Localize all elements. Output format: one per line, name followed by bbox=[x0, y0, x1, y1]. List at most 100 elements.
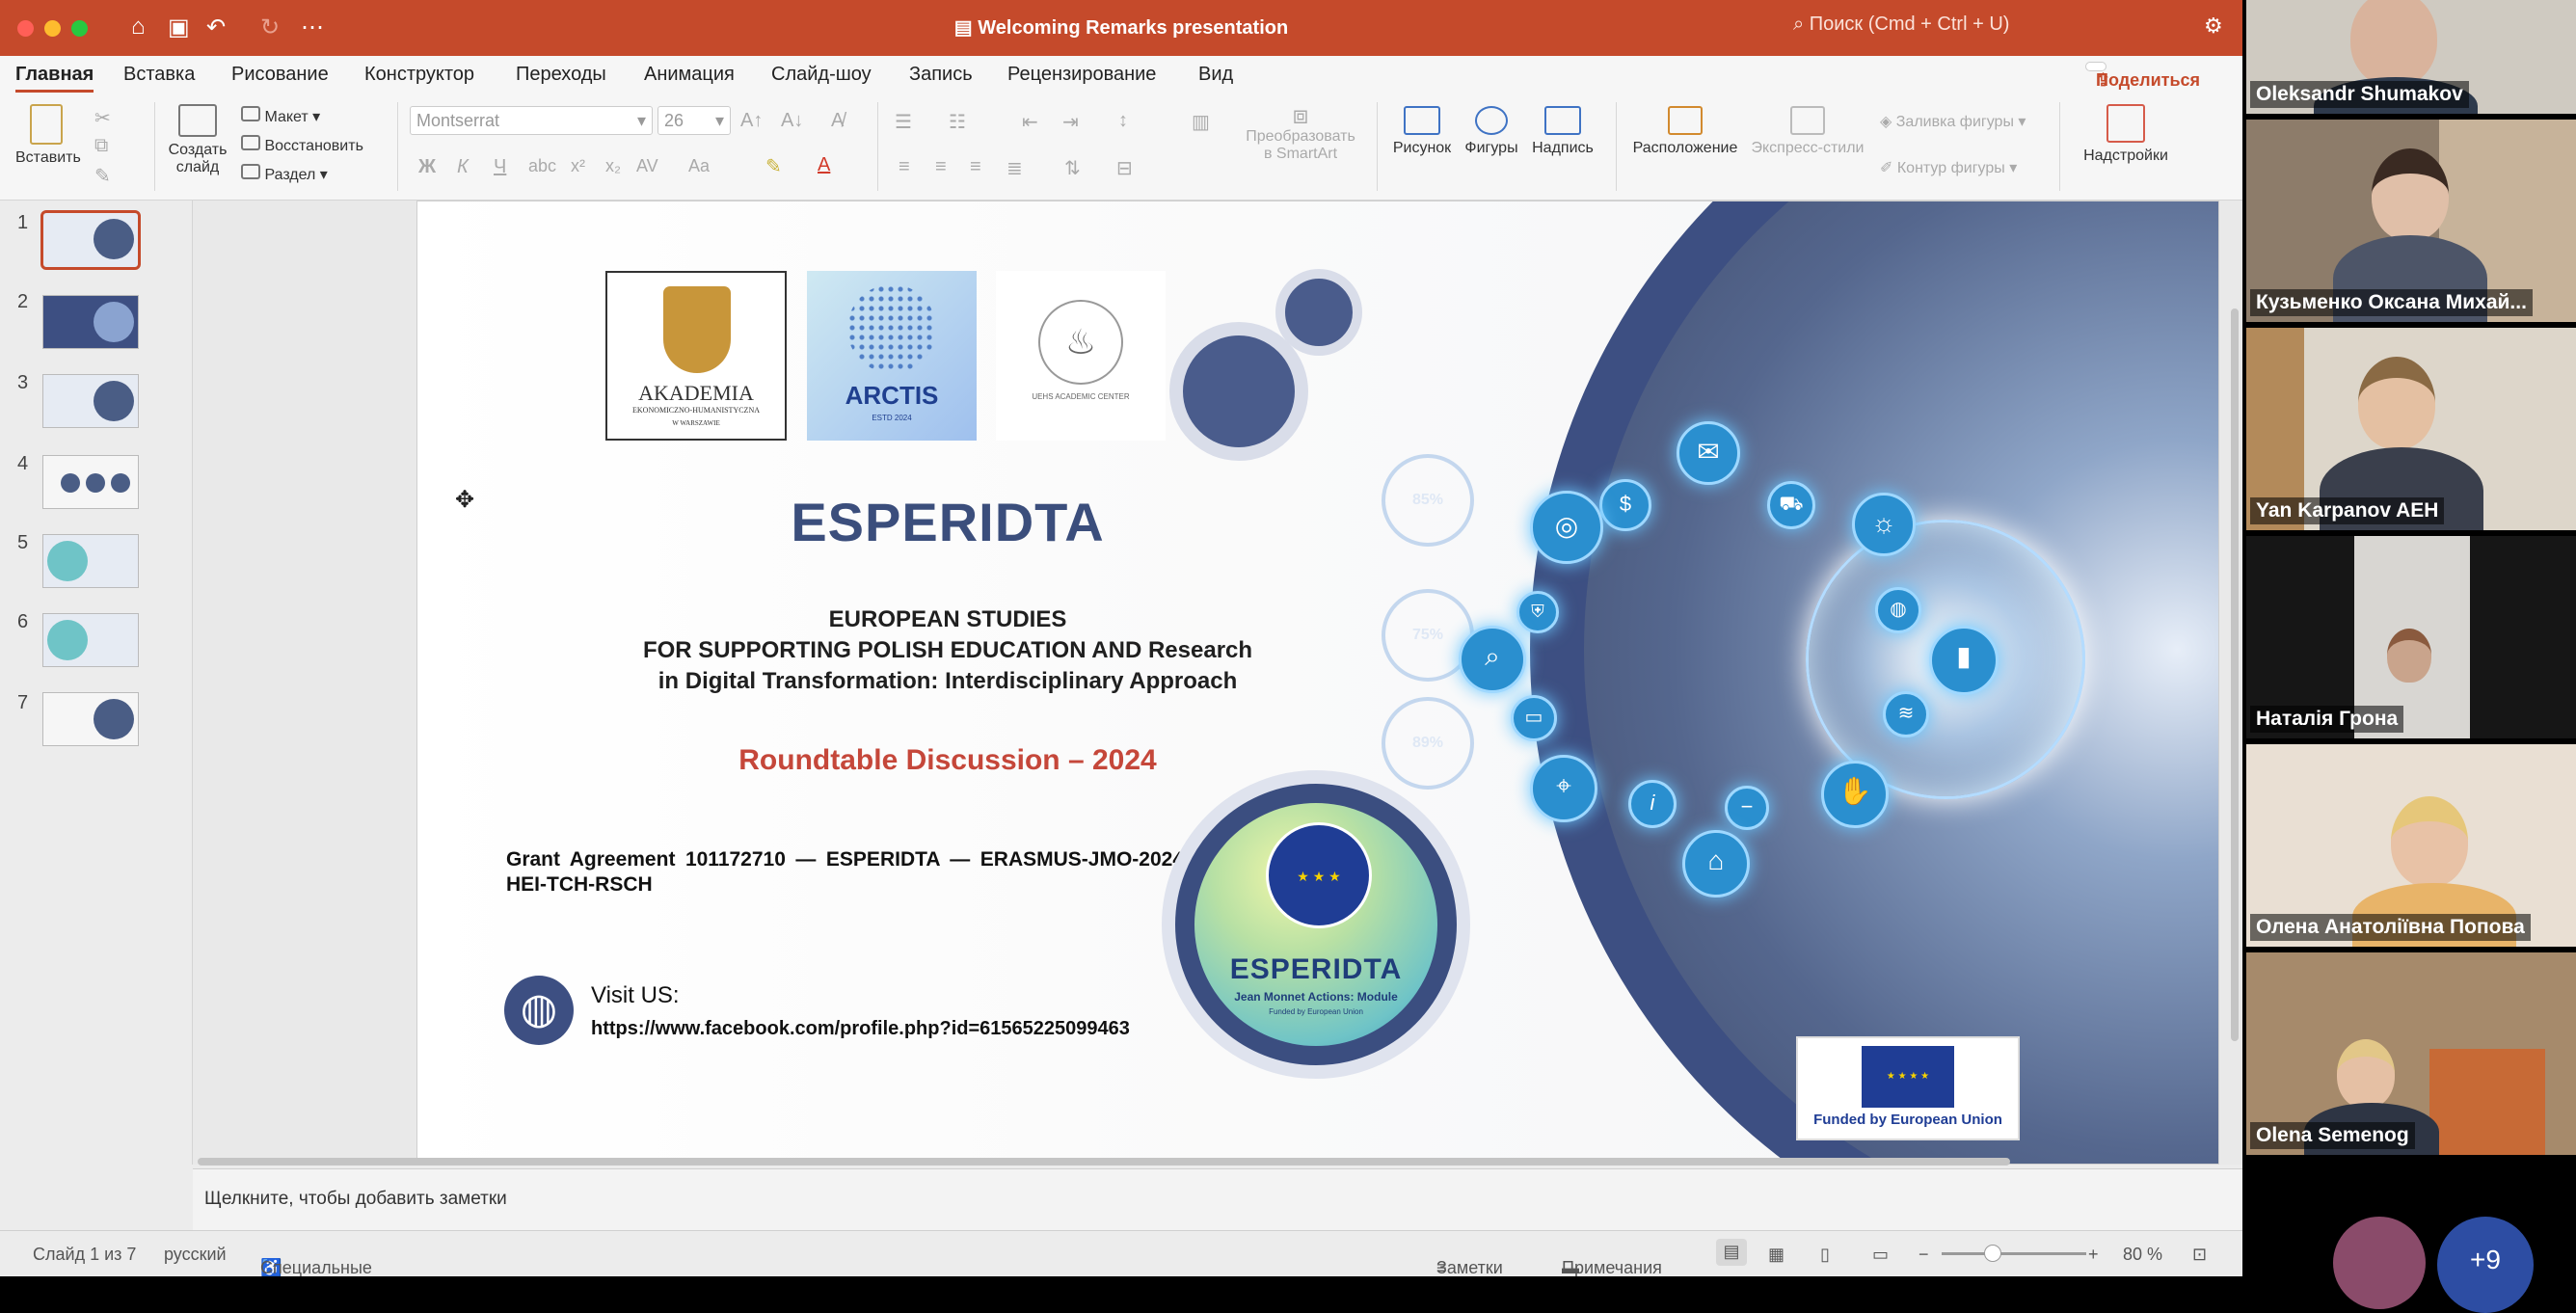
change-case-icon[interactable]: Aa bbox=[688, 156, 710, 176]
thumb-number: 4 bbox=[17, 453, 29, 474]
strikethrough-icon[interactable]: abc bbox=[528, 156, 556, 176]
tab-slideshow[interactable]: Слайд-шоу bbox=[771, 64, 872, 86]
ribbon-toolbar: Вставить ✂ ⧉ ✎ Создать слайд Макет ▾ Вос… bbox=[0, 96, 2242, 201]
slide-thumbnail-7[interactable] bbox=[42, 692, 139, 746]
horizontal-scrollbar[interactable] bbox=[198, 1158, 2010, 1166]
tab-animations[interactable]: Анимация bbox=[644, 64, 735, 86]
bold-icon[interactable]: Ж bbox=[418, 156, 436, 178]
addins-button[interactable]: Надстройки bbox=[2073, 104, 2179, 165]
tab-view[interactable]: Вид bbox=[1198, 64, 1233, 86]
slide-thumbnail-1[interactable] bbox=[40, 210, 141, 270]
layout-button[interactable]: Макет ▾ bbox=[241, 106, 320, 126]
picture-button[interactable]: Рисунок bbox=[1388, 106, 1456, 157]
participant-tile[interactable]: Yan Karpanov AEH bbox=[2246, 328, 2576, 530]
slideshow-icon[interactable]: ▭ bbox=[1872, 1245, 1889, 1265]
slide-1[interactable]: 85% 75% 89% ✉ $ ⛟ ☼ ◎ ⛨ ◍ ⌕ ▮ ▭ ≋ ⌖ i − … bbox=[416, 201, 2219, 1165]
slide-editing-canvas[interactable]: 85% 75% 89% ✉ $ ⛟ ☼ ◎ ⛨ ◍ ⌕ ▮ ▭ ≋ ⌖ i − … bbox=[193, 201, 2242, 1165]
participant-tile[interactable]: Олена Анатоліївна Попова bbox=[2246, 744, 2576, 947]
reading-view-icon[interactable]: ▯ bbox=[1820, 1245, 1830, 1265]
copy-icon[interactable]: ⧉ bbox=[94, 135, 108, 157]
slide-thumbnail-3[interactable] bbox=[42, 374, 139, 428]
participant-avatar[interactable] bbox=[2333, 1217, 2426, 1309]
new-slide-button[interactable]: Создать слайд bbox=[164, 104, 231, 176]
slide-thumbnail-4[interactable] bbox=[42, 455, 139, 509]
bar-chart-icon: ▮ bbox=[1929, 626, 1999, 695]
vertical-scrollbar[interactable] bbox=[2231, 308, 2239, 1041]
font-color-icon[interactable]: A bbox=[818, 154, 830, 176]
underline-icon[interactable]: Ч bbox=[494, 156, 506, 178]
font-size-select[interactable]: 26 ▾ bbox=[657, 106, 731, 135]
settings-icon[interactable]: ⚙ bbox=[2204, 13, 2223, 39]
normal-view-icon[interactable]: ▤ bbox=[1716, 1239, 1747, 1266]
zoom-level[interactable]: 80 % bbox=[2123, 1245, 2162, 1265]
clear-format-icon[interactable]: A̸ bbox=[831, 110, 844, 132]
tab-home[interactable]: Главная bbox=[15, 64, 94, 93]
format-painter-icon[interactable]: ✎ bbox=[94, 164, 111, 188]
italic-icon[interactable]: К bbox=[457, 156, 469, 178]
more-participants-button[interactable]: +9 bbox=[2437, 1217, 2534, 1313]
columns-icon[interactable]: ▥ bbox=[1192, 110, 1210, 134]
text-direction-icon[interactable]: ⇅ bbox=[1064, 156, 1081, 180]
subtitle-line-1[interactable]: EUROPEAN STUDIES bbox=[417, 606, 1478, 633]
tab-draw[interactable]: Рисование bbox=[231, 64, 329, 86]
search-box[interactable]: ⌕ Поиск (Cmd + Ctrl + U) bbox=[1793, 13, 2009, 36]
tab-design[interactable]: Конструктор bbox=[364, 64, 474, 86]
subtitle-line-2[interactable]: FOR SUPPORTING POLISH EDUCATION AND Rese… bbox=[417, 637, 1478, 664]
font-family-select[interactable]: Montserrat ▾ bbox=[410, 106, 653, 135]
tab-transitions[interactable]: Переходы bbox=[516, 64, 606, 86]
convert-smartart-button[interactable]: ⧈ Преобразовать в SmartArt bbox=[1238, 102, 1363, 163]
paste-button[interactable]: Вставить bbox=[15, 104, 81, 167]
subscript-icon[interactable]: x₂ bbox=[605, 156, 621, 176]
align-center-icon[interactable]: ≡ bbox=[935, 156, 947, 178]
participant-tile[interactable]: Кузьменко Оксана Михай... bbox=[2246, 120, 2576, 322]
subtitle-line-3[interactable]: in Digital Transformation: Interdiscipli… bbox=[417, 668, 1478, 695]
decrease-indent-icon[interactable]: ⇤ bbox=[1022, 110, 1038, 134]
quick-styles-button[interactable]: Экспресс-стили bbox=[1745, 106, 1870, 157]
line-spacing-icon[interactable]: ↕ bbox=[1118, 110, 1128, 132]
slide-thumbnail-2[interactable] bbox=[42, 295, 139, 349]
slide-title[interactable]: ESPERIDTA bbox=[417, 491, 1478, 553]
participant-name: Oleksandr Shumakov bbox=[2250, 81, 2469, 108]
zoom-in-button[interactable]: + bbox=[2088, 1245, 2099, 1265]
visit-label[interactable]: Visit US: bbox=[591, 982, 680, 1009]
increase-indent-icon[interactable]: ⇥ bbox=[1062, 110, 1079, 134]
participant-face bbox=[2391, 796, 2468, 887]
section-button[interactable]: Раздел ▾ bbox=[241, 164, 328, 184]
shape-fill-button[interactable]: ◈ Заливка фигуры ▾ bbox=[1880, 112, 2026, 131]
increase-font-icon[interactable]: A↑ bbox=[740, 110, 763, 132]
arrange-button[interactable]: Расположение bbox=[1627, 106, 1743, 157]
visit-url[interactable]: https://www.facebook.com/profile.php?id=… bbox=[591, 1018, 1130, 1040]
tab-insert[interactable]: Вставка bbox=[123, 64, 195, 86]
char-spacing-icon[interactable]: AV bbox=[636, 156, 658, 176]
slide-thumbnail-5[interactable] bbox=[42, 534, 139, 588]
slide-thumbnail-6[interactable] bbox=[42, 613, 139, 667]
share-button[interactable]: ⇪ Поделиться bbox=[2085, 62, 2200, 90]
fit-slide-icon[interactable]: ⊡ bbox=[2192, 1245, 2207, 1265]
participant-tile[interactable]: Наталія Грона bbox=[2246, 536, 2576, 738]
reset-button[interactable]: Восстановить bbox=[241, 135, 363, 155]
align-right-icon[interactable]: ≡ bbox=[970, 156, 981, 178]
decrease-font-icon[interactable]: A↓ bbox=[781, 110, 803, 132]
participant-tile[interactable]: Oleksandr Shumakov bbox=[2246, 0, 2576, 114]
highlight-icon[interactable]: ✎ bbox=[765, 154, 782, 178]
tab-record[interactable]: Запись bbox=[909, 64, 973, 86]
zoom-slider[interactable] bbox=[1942, 1252, 2086, 1255]
justify-icon[interactable]: ≣ bbox=[1006, 156, 1023, 180]
tab-review[interactable]: Рецензирование bbox=[1007, 64, 1156, 86]
textbox-button[interactable]: Надпись bbox=[1529, 106, 1597, 157]
slide-sorter-icon[interactable]: ▦ bbox=[1768, 1245, 1784, 1265]
shape-outline-button[interactable]: ✐ Контур фигуры ▾ bbox=[1880, 158, 2017, 177]
align-left-icon[interactable]: ≡ bbox=[899, 156, 910, 178]
notes-pane[interactable]: Щелкните, чтобы добавить заметки bbox=[193, 1168, 2242, 1230]
bullets-icon[interactable]: ☰ bbox=[895, 110, 912, 134]
numbering-icon[interactable]: ☷ bbox=[949, 110, 966, 134]
language-indicator[interactable]: русский bbox=[164, 1245, 227, 1265]
zoom-slider-thumb[interactable] bbox=[1984, 1245, 2001, 1262]
shapes-button[interactable]: Фигуры bbox=[1460, 106, 1523, 157]
align-text-icon[interactable]: ⊟ bbox=[1116, 156, 1133, 180]
superscript-icon[interactable]: x² bbox=[571, 156, 585, 176]
grant-agreement[interactable]: Grant Agreement 101172710 — ESPERIDTA — … bbox=[506, 847, 1191, 898]
cut-icon[interactable]: ✂ bbox=[94, 106, 111, 130]
zoom-out-button[interactable]: − bbox=[1919, 1245, 1929, 1265]
participant-tile[interactable]: Olena Semenog bbox=[2246, 952, 2576, 1155]
